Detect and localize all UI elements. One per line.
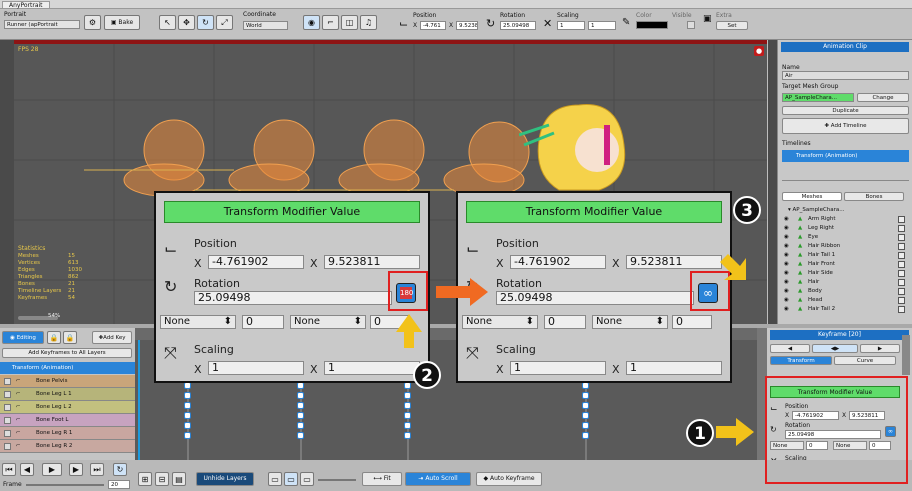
yellow-arrow-2 — [396, 314, 422, 348]
yellow-arrow-3 — [720, 254, 746, 280]
callout-arrows — [396, 254, 754, 446]
callout-number-2: 2 — [413, 361, 441, 389]
callout-number-1: 1 — [686, 419, 714, 447]
yellow-arrow-1 — [716, 418, 754, 446]
callout-number-3: 3 — [733, 196, 761, 224]
orange-arrow — [436, 278, 488, 306]
